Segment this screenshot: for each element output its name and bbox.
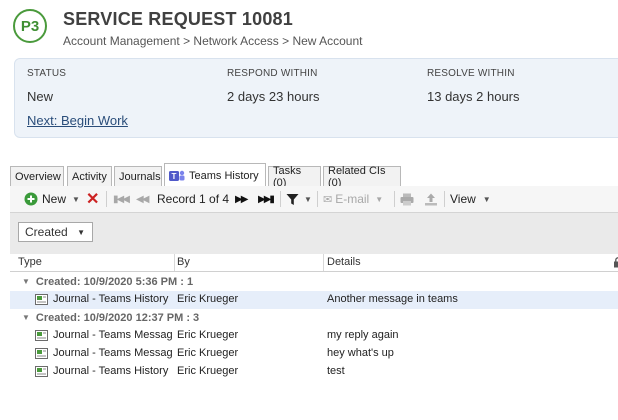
toolbar-divider	[317, 191, 318, 207]
breadcrumb: Account Management > Network Access > Ne…	[63, 34, 363, 48]
toolbar-divider	[280, 191, 281, 207]
grid-header: Type By Details	[10, 254, 618, 272]
table-row[interactable]: Journal - Teams History Eric Krueger Ano…	[10, 291, 618, 309]
view-button-label: View	[450, 192, 476, 206]
chevron-down-icon: ▼	[304, 194, 312, 204]
cell-details: hey what's up	[327, 347, 394, 359]
toolbar: New ▼ ✕ ▮◀◀ ◀◀ Record 1 of 4 ▶▶ ▶▶▮ ▼ ✉ …	[10, 186, 618, 213]
email-button-label: E-mail	[335, 192, 370, 206]
column-header-type[interactable]: Type	[18, 256, 42, 268]
group-by-bar: Created ▼	[10, 213, 618, 255]
table-row[interactable]: Journal - Teams History Eric Krueger tes…	[10, 363, 618, 381]
journal-icon	[35, 294, 48, 305]
cell-details: test	[327, 365, 345, 377]
tab-related-cis[interactable]: Related CIs (0)	[323, 165, 401, 189]
journal-icon	[35, 366, 48, 377]
view-button[interactable]: View ▼	[450, 190, 491, 208]
new-button[interactable]: New ▼	[24, 190, 80, 208]
cell-type: Journal - Teams History	[53, 293, 169, 305]
tab-journals[interactable]: Journals	[114, 166, 162, 186]
cell-by: Eric Krueger	[177, 329, 239, 341]
email-button[interactable]: ✉ E-mail ▼	[323, 190, 383, 208]
column-header-by[interactable]: By	[177, 256, 190, 268]
group-row[interactable]: ▼ Created: 10/9/2020 12:37 PM : 3	[10, 309, 618, 326]
group-label: Created: 10/9/2020 12:37 PM : 3	[35, 311, 200, 324]
column-divider	[174, 254, 175, 271]
cell-details: my reply again	[327, 329, 399, 341]
group-by-selected: Created	[25, 225, 68, 239]
collapse-arrow-icon: ▼	[22, 277, 30, 286]
email-icon: ✉	[323, 193, 333, 206]
toolbar-divider	[394, 191, 395, 207]
cell-by: Eric Krueger	[177, 365, 239, 377]
column-header-details[interactable]: Details	[327, 256, 361, 268]
resolve-within-label: RESOLVE WITHIN	[427, 68, 515, 79]
cell-type: Journal - Teams Messag	[53, 329, 173, 341]
page-title: SERVICE REQUEST 10081	[63, 9, 293, 29]
chevron-down-icon: ▼	[482, 194, 491, 204]
svg-text:T: T	[172, 172, 177, 181]
respond-within-value: 2 days 23 hours	[227, 89, 320, 104]
table-row[interactable]: Journal - Teams Messag Eric Krueger hey …	[10, 345, 618, 363]
journal-icon	[35, 330, 48, 341]
priority-badge: P3	[13, 9, 47, 43]
tab-activity[interactable]: Activity	[67, 166, 112, 186]
tab-teams-history[interactable]: T Teams History	[164, 163, 266, 187]
filter-icon	[286, 193, 299, 205]
status-value: New	[27, 89, 54, 104]
group-by-dropdown[interactable]: Created ▼	[18, 222, 93, 242]
cell-by: Eric Krueger	[177, 293, 239, 305]
export-icon[interactable]	[424, 190, 438, 208]
respond-within-label: RESPOND WITHIN	[227, 68, 318, 79]
last-record-icon[interactable]: ▶▶▮	[258, 190, 275, 208]
cell-details: Another message in teams	[327, 293, 458, 305]
tab-teams-history-label: Teams History	[189, 169, 259, 182]
toolbar-divider	[106, 191, 107, 207]
cell-by: Eric Krueger	[177, 347, 239, 359]
column-divider	[323, 254, 324, 271]
new-button-label: New	[42, 192, 67, 206]
chevron-down-icon: ▼	[72, 194, 80, 204]
first-record-icon[interactable]: ▮◀◀	[113, 190, 130, 208]
status-label: STATUS	[27, 68, 67, 79]
lock-icon	[614, 257, 618, 268]
teams-icon: T	[169, 170, 185, 181]
collapse-arrow-icon: ▼	[22, 313, 30, 322]
next-record-icon[interactable]: ▶▶	[235, 190, 248, 208]
record-position: Record 1 of 4	[157, 192, 230, 206]
plus-circle-icon	[24, 192, 38, 206]
delete-icon[interactable]: ✕	[86, 190, 99, 208]
tab-tasks[interactable]: Tasks (0)	[268, 165, 321, 189]
next-action-link[interactable]: Next: Begin Work	[27, 113, 128, 128]
tab-overview[interactable]: Overview	[10, 166, 64, 186]
journal-icon	[35, 348, 48, 359]
previous-record-icon[interactable]: ◀◀	[136, 190, 149, 208]
toolbar-divider	[444, 191, 445, 207]
chevron-down-icon: ▼	[375, 194, 384, 204]
cell-type: Journal - Teams Messag	[53, 347, 173, 359]
resolve-within-value: 13 days 2 hours	[427, 89, 520, 104]
cell-type: Journal - Teams History	[53, 365, 169, 377]
table-row[interactable]: Journal - Teams Messag Eric Krueger my r…	[10, 327, 618, 345]
print-icon[interactable]	[400, 190, 414, 208]
chevron-down-icon: ▼	[77, 227, 85, 237]
tab-strip: Overview Activity Journals T Teams Histo…	[10, 163, 618, 189]
group-row[interactable]: ▼ Created: 10/9/2020 5:36 PM : 1	[10, 273, 618, 290]
filter-button[interactable]: ▼	[286, 190, 312, 208]
group-label: Created: 10/9/2020 5:36 PM : 1	[35, 275, 194, 288]
